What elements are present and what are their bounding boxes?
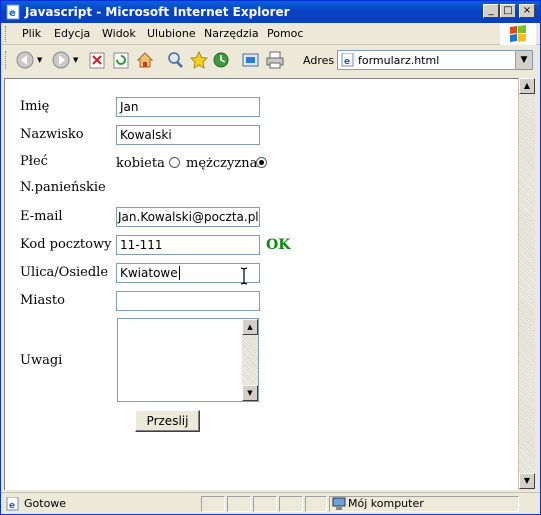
forward-icon[interactable] xyxy=(51,50,71,70)
stop-icon[interactable] xyxy=(87,50,107,70)
back-icon[interactable] xyxy=(15,50,35,70)
plec-mezczyzna-radio[interactable] xyxy=(256,157,267,168)
plec-option-mezczyzna-label: mężczyzna xyxy=(186,156,258,171)
menu-widok[interactable]: Widok xyxy=(102,27,136,40)
menu-grip xyxy=(5,26,8,42)
imie-label: Imię xyxy=(20,99,50,114)
address-label: Adres xyxy=(303,54,335,67)
status-cell-1 xyxy=(201,496,225,512)
forward-dropdown-icon[interactable]: ▼ xyxy=(73,56,78,64)
favorites-icon[interactable] xyxy=(189,50,209,70)
print-icon[interactable] xyxy=(265,50,285,70)
status-cell-2 xyxy=(227,496,251,512)
back-dropdown-icon[interactable]: ▼ xyxy=(37,56,42,64)
plec-label: Płeć xyxy=(20,154,48,169)
submit-button[interactable]: Przeslij xyxy=(135,410,200,432)
address-input[interactable]: formularz.html xyxy=(358,54,439,67)
toolbar: ▼ ▼ Adres e formularz.html ▼ xyxy=(1,46,540,74)
nazwisko-input[interactable]: Kowalski xyxy=(116,125,260,145)
menu-plik[interactable]: Plik xyxy=(22,27,41,40)
toolbar-grip xyxy=(5,51,8,69)
window-title: Javascript - Microsoft Internet Explorer xyxy=(25,5,290,19)
plec-kobieta-radio[interactable] xyxy=(169,157,180,168)
plec-option-kobieta-label: kobieta xyxy=(116,156,165,171)
nazwisko-label: Nazwisko xyxy=(20,127,84,142)
textarea-scroll-down-icon[interactable]: ▼ xyxy=(242,385,258,401)
kod-label: Kod pocztowy xyxy=(20,237,112,252)
close-button[interactable]: × xyxy=(519,4,535,18)
home-icon[interactable] xyxy=(135,50,155,70)
menu-edycja[interactable]: Edycja xyxy=(54,27,90,40)
status-zone: Mój komputer xyxy=(348,497,424,510)
textarea-scroll-up-icon[interactable]: ▲ xyxy=(242,319,258,335)
ie-page-icon: e xyxy=(6,4,20,20)
miasto-label: Miasto xyxy=(20,293,65,308)
email-input[interactable]: Jan.Kowalski@poczta.pl xyxy=(116,207,260,227)
kod-status-ok: OK xyxy=(266,237,291,253)
uwagi-label: Uwagi xyxy=(20,353,63,368)
page-icon: e xyxy=(341,53,354,67)
menu-ulubione[interactable]: Ulubione xyxy=(147,27,196,40)
title-bar: e Javascript - Microsoft Internet Explor… xyxy=(1,1,540,23)
address-bar[interactable]: e formularz.html ▼ xyxy=(337,50,533,70)
menu-pomoc[interactable]: Pomoc xyxy=(267,27,303,40)
imie-input[interactable]: Jan xyxy=(116,97,260,117)
text-cursor-icon xyxy=(240,267,248,285)
svg-text:e: e xyxy=(9,8,16,19)
kod-input[interactable]: 11-111 xyxy=(116,235,260,255)
page-scrollbar[interactable]: ▲ ▼ xyxy=(518,78,535,490)
status-cell-5 xyxy=(305,496,327,512)
scroll-up-icon[interactable]: ▲ xyxy=(519,78,535,94)
minimize-button[interactable]: _ xyxy=(483,4,499,18)
status-cell-4 xyxy=(279,496,303,512)
panienskie-label: N.panieńskie xyxy=(20,180,106,195)
status-text: Gotowe xyxy=(24,497,67,510)
computer-icon xyxy=(332,497,346,510)
text-caret xyxy=(178,266,180,280)
menu-narzedzia[interactable]: Narzędzia xyxy=(204,27,259,40)
menu-bar: Plik Edycja Widok Ulubione Narzędzia Pom… xyxy=(1,23,540,45)
svg-text:e: e xyxy=(9,501,15,511)
miasto-input[interactable] xyxy=(116,291,260,311)
status-cell-3 xyxy=(253,496,277,512)
ulica-label: Ulica/Osiedle xyxy=(20,265,109,280)
email-label: E-mail xyxy=(20,209,63,224)
page-content: Imię Jan Nazwisko Kowalski Płeć kobieta … xyxy=(4,78,518,490)
uwagi-textarea[interactable]: ▲ ▼ xyxy=(117,318,259,402)
status-bar: e Gotowe Mój komputer xyxy=(1,492,540,514)
textarea-scrollbar[interactable]: ▲ ▼ xyxy=(242,319,258,401)
refresh-icon[interactable] xyxy=(111,50,131,70)
browser-window: e Javascript - Microsoft Internet Explor… xyxy=(0,0,541,515)
address-dropdown-icon[interactable]: ▼ xyxy=(515,51,532,69)
ulica-value: Kwiatowe xyxy=(120,266,178,280)
page-status-icon: e xyxy=(6,497,19,511)
svg-text:e: e xyxy=(344,57,350,67)
maximize-button[interactable]: □ xyxy=(500,4,516,18)
mail-icon[interactable] xyxy=(241,50,261,70)
history-icon[interactable] xyxy=(211,50,231,70)
search-icon[interactable] xyxy=(165,50,185,70)
scroll-down-icon[interactable]: ▼ xyxy=(519,473,535,489)
windows-logo-icon xyxy=(500,23,536,45)
